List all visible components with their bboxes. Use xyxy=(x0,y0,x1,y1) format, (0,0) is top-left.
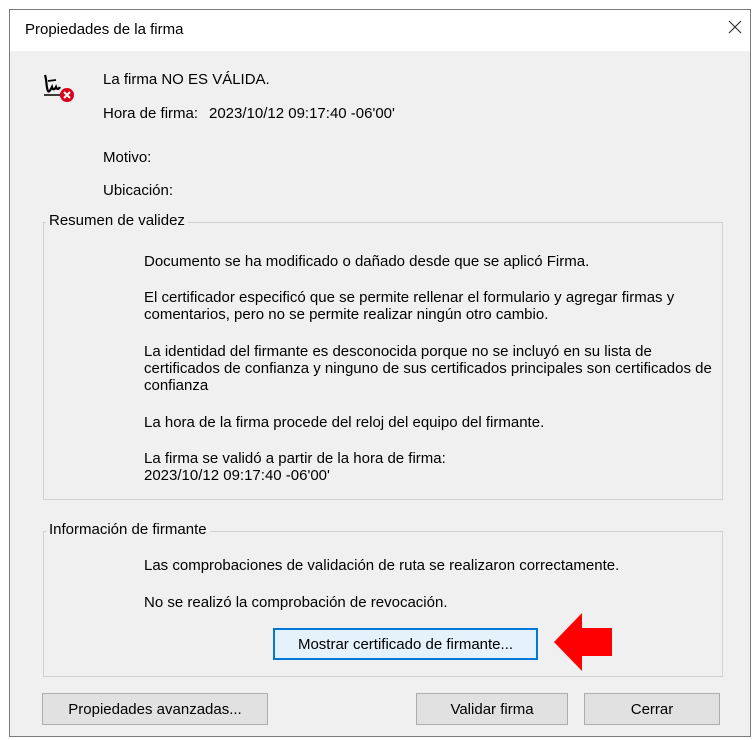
validity-item-modified: Documento se ha modificado o dañado desd… xyxy=(144,253,590,270)
close-button[interactable]: Cerrar xyxy=(584,693,720,725)
validity-item-validated-at: La firma se validó a partir de la hora d… xyxy=(144,450,446,484)
red-arrow-left-icon xyxy=(554,613,612,671)
location-label: Ubicación: xyxy=(103,182,174,199)
background-window-strip xyxy=(0,0,754,8)
dialog-title: Propiedades de la firma xyxy=(25,21,184,38)
show-signer-certificate-button[interactable]: Mostrar certificado de firmante... xyxy=(273,628,538,660)
validity-item-identity: La identidad del firmante es desconocida… xyxy=(144,343,712,394)
reason-label: Motivo: xyxy=(103,149,152,166)
validity-item-certifier: El certificador especificó que se permit… xyxy=(144,289,675,323)
advanced-properties-button[interactable]: Propiedades avanzadas... xyxy=(42,693,268,725)
signer-item-path-validation: Las comprobaciones de validación de ruta… xyxy=(144,557,620,574)
signature-invalid-icon xyxy=(43,74,74,102)
signer-info-label: Información de firmante xyxy=(46,521,210,538)
validate-signature-button[interactable]: Validar firma xyxy=(416,693,568,725)
title-bar: Propiedades de la firma xyxy=(10,10,750,51)
signature-time-label: Hora de firma: xyxy=(103,105,199,122)
signature-time-value: 2023/10/12 09:17:40 -06'00' xyxy=(209,105,395,122)
validity-summary-label: Resumen de validez xyxy=(46,212,188,229)
validity-item-clock: La hora de la firma procede del reloj de… xyxy=(144,414,545,431)
close-icon[interactable] xyxy=(724,16,746,38)
signature-status: La firma NO ES VÁLIDA. xyxy=(103,71,270,88)
signer-item-revocation: No se realizó la comprobación de revocac… xyxy=(144,594,448,611)
